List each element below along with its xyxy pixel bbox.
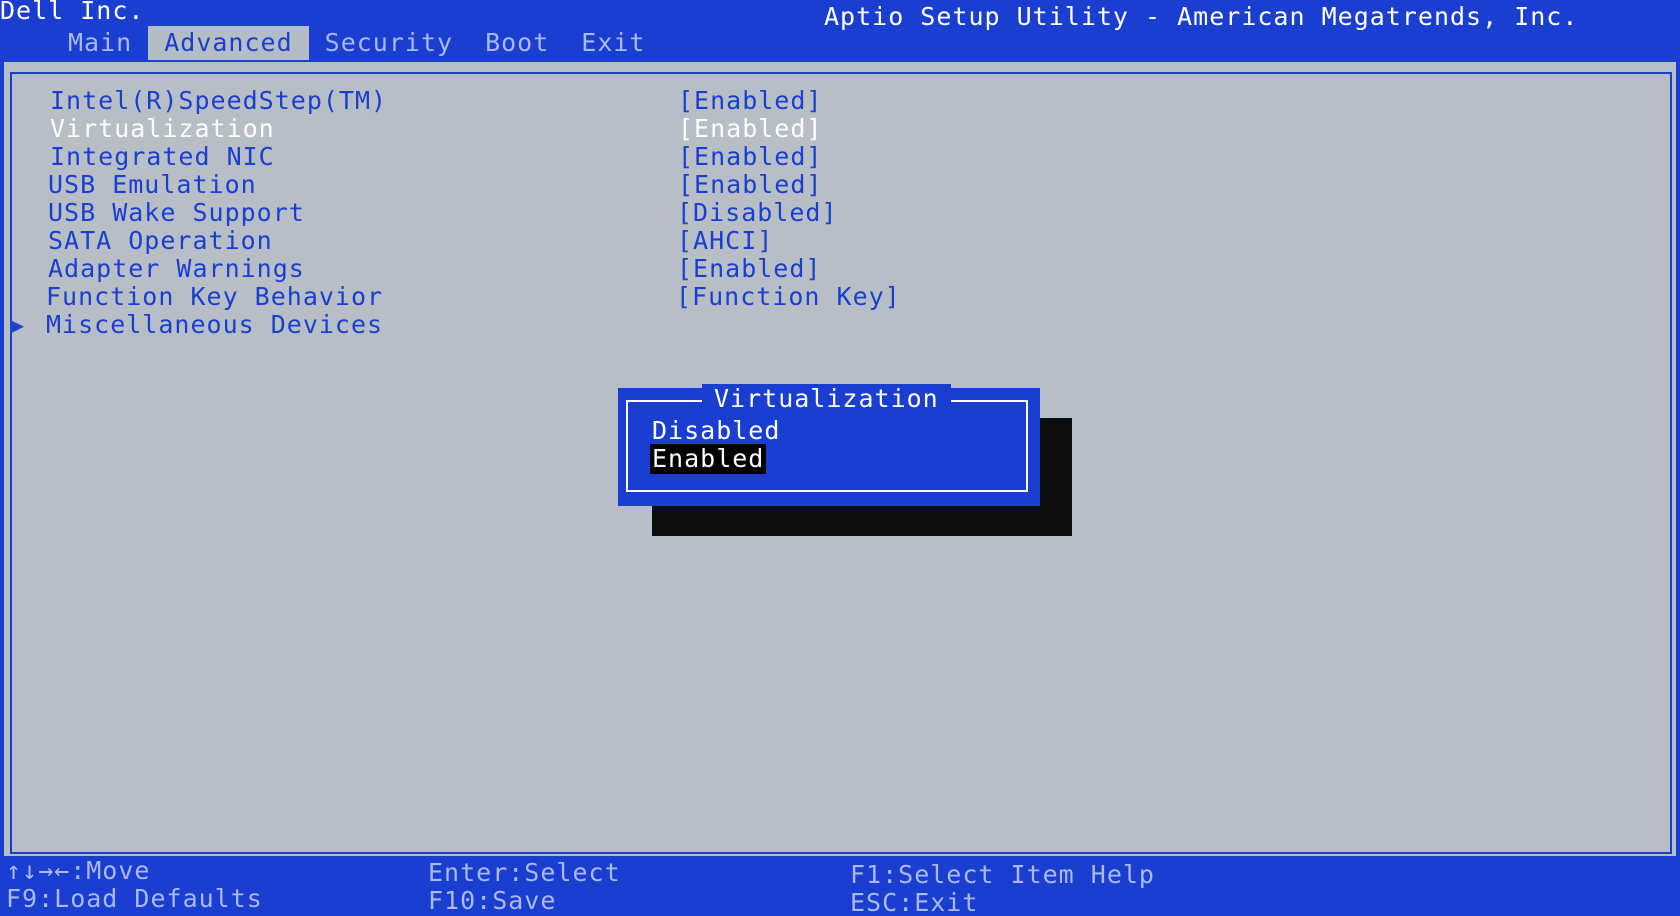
hint-exit: ESC:Exit: [850, 888, 979, 916]
submenu-arrow-icon: ▶: [12, 313, 26, 337]
setting-label: USB Emulation: [48, 170, 257, 199]
vendor-name: Dell Inc.: [0, 0, 145, 25]
setting-row-virtualization[interactable]: Virtualization [Enabled]: [4, 114, 1004, 144]
tab-security[interactable]: Security: [309, 26, 469, 60]
popup-option-enabled[interactable]: Enabled: [650, 444, 767, 474]
utility-title: Aptio Setup Utility - American Megatrend…: [824, 2, 1579, 31]
menu-tabs: Main Advanced Security Boot Exit: [52, 26, 662, 60]
tab-exit[interactable]: Exit: [565, 26, 661, 60]
setting-label: Virtualization: [50, 114, 275, 143]
setting-value[interactable]: [Enabled]: [678, 170, 822, 200]
setting-row-adapter-warnings[interactable]: Adapter Warnings [Enabled]: [4, 254, 1004, 284]
setting-row-miscellaneous-devices[interactable]: ▶ Miscellaneous Devices: [4, 310, 1004, 340]
popup-option-disabled[interactable]: Disabled: [652, 416, 780, 446]
tab-boot[interactable]: Boot: [469, 26, 565, 60]
hint-load-defaults: F9:Load Defaults: [6, 884, 263, 913]
setting-label: USB Wake Support: [48, 198, 305, 227]
hint-move: ↑↓→←:Move: [6, 856, 151, 885]
hint-select: Enter:Select: [428, 858, 621, 887]
setting-row-usb-emulation[interactable]: USB Emulation [Enabled]: [4, 170, 1004, 200]
setting-label: SATA Operation: [48, 226, 273, 255]
setting-label: Intel(R)SpeedStep(TM): [50, 86, 388, 115]
setting-value[interactable]: [AHCI]: [677, 226, 773, 256]
hint-item-help: F1:Select Item Help: [850, 860, 1155, 889]
setting-value[interactable]: [Enabled]: [678, 142, 822, 172]
setting-value[interactable]: [Function Key]: [676, 282, 901, 312]
tab-main[interactable]: Main: [52, 26, 148, 60]
tab-advanced[interactable]: Advanced: [148, 26, 309, 60]
setting-value[interactable]: [Enabled]: [678, 86, 822, 116]
setting-row-function-key-behavior[interactable]: Function Key Behavior [Function Key]: [4, 282, 1004, 312]
hint-save: F10:Save: [428, 886, 557, 915]
virtualization-popup: Virtualization Disabled Enabled: [618, 384, 1040, 506]
setting-row-speedstep[interactable]: Intel(R)SpeedStep(TM) [Enabled]: [4, 86, 1004, 116]
popup-border: Virtualization Disabled Enabled: [626, 384, 1028, 492]
setting-row-sata-operation[interactable]: SATA Operation [AHCI]: [4, 226, 1004, 256]
setting-row-usb-wake-support[interactable]: USB Wake Support [Disabled]: [4, 198, 1004, 228]
setting-label: Function Key Behavior: [46, 282, 384, 311]
setting-label: Integrated NIC: [50, 142, 275, 171]
title-bar: Dell Inc. Aptio Setup Utility - American…: [0, 0, 1680, 62]
setting-value[interactable]: [Enabled]: [678, 114, 822, 144]
setting-label: Miscellaneous Devices: [46, 310, 384, 339]
setting-value[interactable]: [Enabled]: [677, 254, 821, 284]
popup-title: Virtualization: [702, 384, 951, 414]
setting-label: Adapter Warnings: [48, 254, 305, 283]
setting-row-integrated-nic[interactable]: Integrated NIC [Enabled]: [4, 142, 1004, 172]
key-help-bar: ↑↓→←:Move F9:Load Defaults Enter:Select …: [0, 856, 1680, 916]
setting-value[interactable]: [Disabled]: [677, 198, 838, 228]
